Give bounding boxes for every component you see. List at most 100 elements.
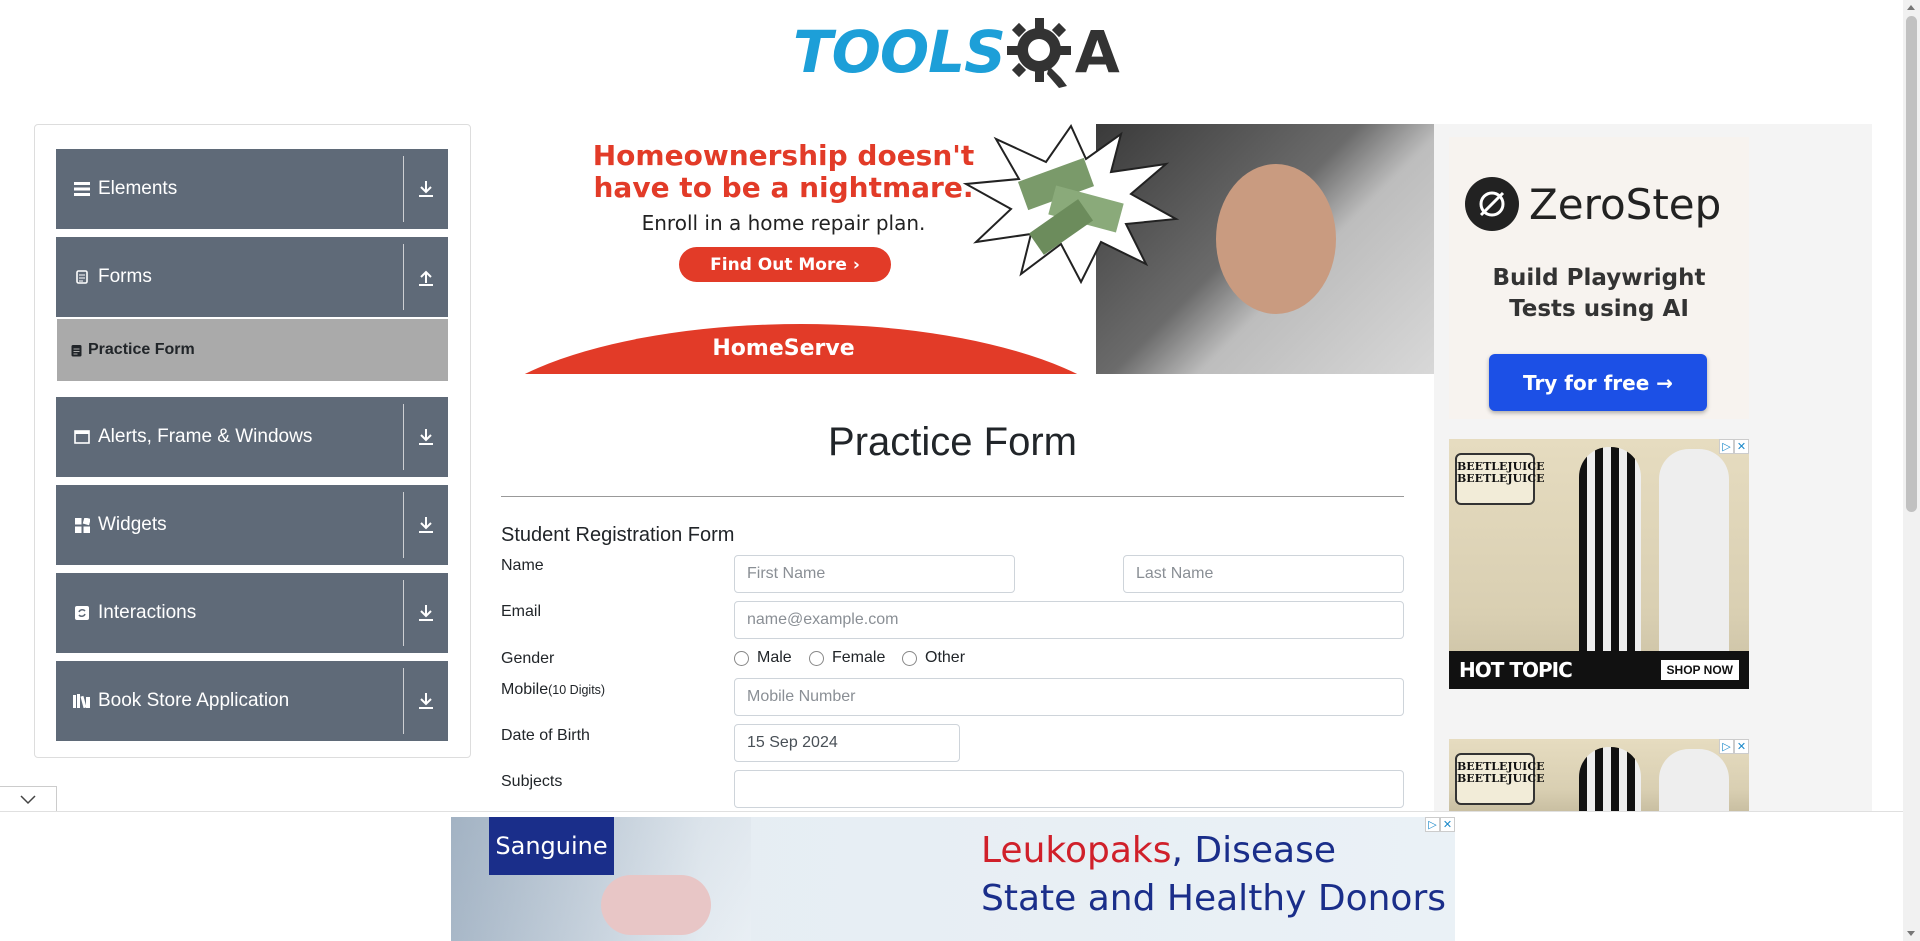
adchoices-icon[interactable]: ▷ (1719, 439, 1734, 454)
divider (501, 496, 1404, 497)
radio-circle[interactable] (734, 650, 749, 666)
radio-label: Male (757, 649, 792, 666)
try-for-free-button[interactable]: Try for free → (1489, 354, 1707, 411)
gender-female-radio[interactable]: Female (809, 649, 885, 667)
mobile-input[interactable]: Mobile Number (734, 678, 1404, 716)
gender-label: Gender (501, 650, 555, 667)
page: TOOLS A Elements Forms Practice Form Ale… (0, 0, 1920, 941)
hottopic-ad[interactable]: BEETLEJUICE BEETLEJUICE HOT TOPIC SHOP N… (1449, 439, 1749, 689)
divider (403, 244, 404, 310)
ad-text-highlight: Leukopaks (981, 830, 1172, 871)
sanguine-ad[interactable]: Sanguine Leukopaks, Disease State and He… (451, 817, 1455, 941)
sidebar-group-elements[interactable]: Elements (56, 149, 448, 229)
download-icon[interactable] (404, 692, 448, 710)
sidebar-group-label: Alerts, Frame & Windows (98, 426, 313, 447)
zerostep-logo: ZeroStep (1465, 177, 1721, 231)
close-icon[interactable]: ✕ (1734, 439, 1749, 454)
close-icon[interactable]: ✕ (1734, 739, 1749, 754)
person-image (1659, 449, 1729, 659)
page-title: Practice Form (828, 420, 1077, 464)
mobile-label: Mobile(10 Digits) (501, 681, 605, 699)
close-icon[interactable]: ✕ (1440, 817, 1455, 832)
chevron-down-icon (20, 794, 36, 804)
zerostep-icon (1465, 177, 1519, 231)
sidebar-item-practice-form[interactable]: Practice Form (57, 319, 448, 381)
radio-circle[interactable] (902, 650, 917, 666)
sidebar-item-label: Practice Form (88, 341, 195, 358)
zerostep-tagline-2: Tests using AI (1509, 296, 1689, 322)
scrollbar-thumb[interactable] (1906, 16, 1917, 512)
divider (403, 668, 404, 734)
money-burst-icon (962, 124, 1180, 284)
menu-icon (72, 182, 92, 196)
gender-other-radio[interactable]: Other (902, 649, 965, 667)
radio-label: Other (925, 649, 966, 666)
sidebar-group-label: Widgets (98, 514, 167, 535)
gear-q-icon (1006, 18, 1071, 88)
divider (403, 580, 404, 646)
gender-male-radio[interactable]: Male (734, 649, 792, 667)
beetlejuice-title: BEETLEJUICE BEETLEJUICE (1455, 753, 1544, 805)
clipboard-icon (72, 270, 92, 284)
grid-icon (72, 517, 92, 533)
homeserve-logo: HomeServe (712, 336, 855, 361)
mobile-hint: (10 Digits) (548, 683, 606, 697)
adchoices[interactable]: ▷ ✕ (1425, 817, 1455, 832)
mobile-label-text: Mobile (501, 681, 549, 698)
book-icon (72, 694, 92, 708)
adchoices[interactable]: ▷ ✕ (1719, 739, 1749, 754)
last-name-placeholder: Last Name (1136, 565, 1214, 582)
first-name-placeholder: First Name (747, 565, 826, 582)
last-name-input[interactable]: Last Name (1123, 555, 1404, 593)
adchoices[interactable]: ▷ ✕ (1719, 439, 1749, 454)
window-icon (72, 430, 92, 444)
first-name-input[interactable]: First Name (734, 555, 1015, 593)
download-icon[interactable] (404, 428, 448, 446)
adchoices-icon[interactable]: ▷ (1425, 817, 1440, 832)
date-of-birth-input[interactable]: 15 Sep 2024 (734, 724, 960, 762)
download-icon[interactable] (404, 516, 448, 534)
form-icon (71, 344, 82, 357)
download-icon[interactable] (404, 180, 448, 198)
zerostep-ad[interactable]: ZeroStep Build Playwright Tests using AI… (1449, 137, 1749, 419)
sidebar-group-alerts[interactable]: Alerts, Frame & Windows (56, 397, 448, 477)
sidebar-group-interactions[interactable]: Interactions (56, 573, 448, 653)
name-label: Name (501, 557, 544, 574)
upload-icon[interactable] (404, 268, 448, 286)
zerostep-tagline-1: Build Playwright (1492, 265, 1706, 291)
sidebar-group-forms[interactable]: Forms (56, 237, 448, 317)
dob-value: 15 Sep 2024 (747, 734, 838, 751)
adchoices-icon[interactable]: ▷ (1719, 739, 1734, 754)
sidebar: Elements Forms Practice Form Alerts, Fra… (34, 124, 471, 758)
form-heading: Student Registration Form (501, 524, 735, 546)
toolsqa-logo[interactable]: TOOLS A (793, 14, 1120, 90)
person-image (1659, 749, 1729, 811)
radio-label: Female (832, 649, 886, 666)
download-icon[interactable] (404, 604, 448, 622)
subjects-label: Subjects (501, 773, 563, 790)
sidebar-group-widgets[interactable]: Widgets (56, 485, 448, 565)
find-out-more-button[interactable]: Find Out More › (679, 247, 891, 282)
vertical-scrollbar[interactable] (1903, 0, 1920, 941)
divider (403, 492, 404, 558)
scroll-up-arrow[interactable] (1907, 5, 1915, 10)
refresh-icon (72, 606, 92, 620)
sidebar-group-label: Forms (98, 266, 152, 287)
ad-text-line1: , Disease (1171, 830, 1336, 871)
divider (403, 156, 404, 222)
homeserve-banner-ad[interactable]: Homeownership doesn't have to be a night… (501, 124, 1434, 374)
hand-image (601, 875, 711, 935)
hottopic-ad-2[interactable]: BEETLEJUICE BEETLEJUICE ▷ ✕ (1449, 739, 1749, 811)
scroll-down-arrow[interactable] (1907, 931, 1915, 936)
radio-circle[interactable] (809, 650, 824, 666)
email-input[interactable]: name@example.com (734, 601, 1404, 639)
sidebar-group-book-store[interactable]: Book Store Application (56, 661, 448, 741)
zerostep-name: ZeroStep (1529, 179, 1722, 229)
person-image (1216, 164, 1336, 314)
sanguine-logo: Sanguine (489, 817, 614, 875)
ad-text: Leukopaks, Disease State and Healthy Don… (981, 827, 1446, 923)
subjects-input[interactable] (734, 770, 1404, 808)
collapse-ad-button[interactable] (0, 786, 57, 813)
shop-now-button[interactable]: SHOP NOW (1660, 660, 1739, 680)
hottopic-bar: HOT TOPIC SHOP NOW (1449, 651, 1749, 689)
